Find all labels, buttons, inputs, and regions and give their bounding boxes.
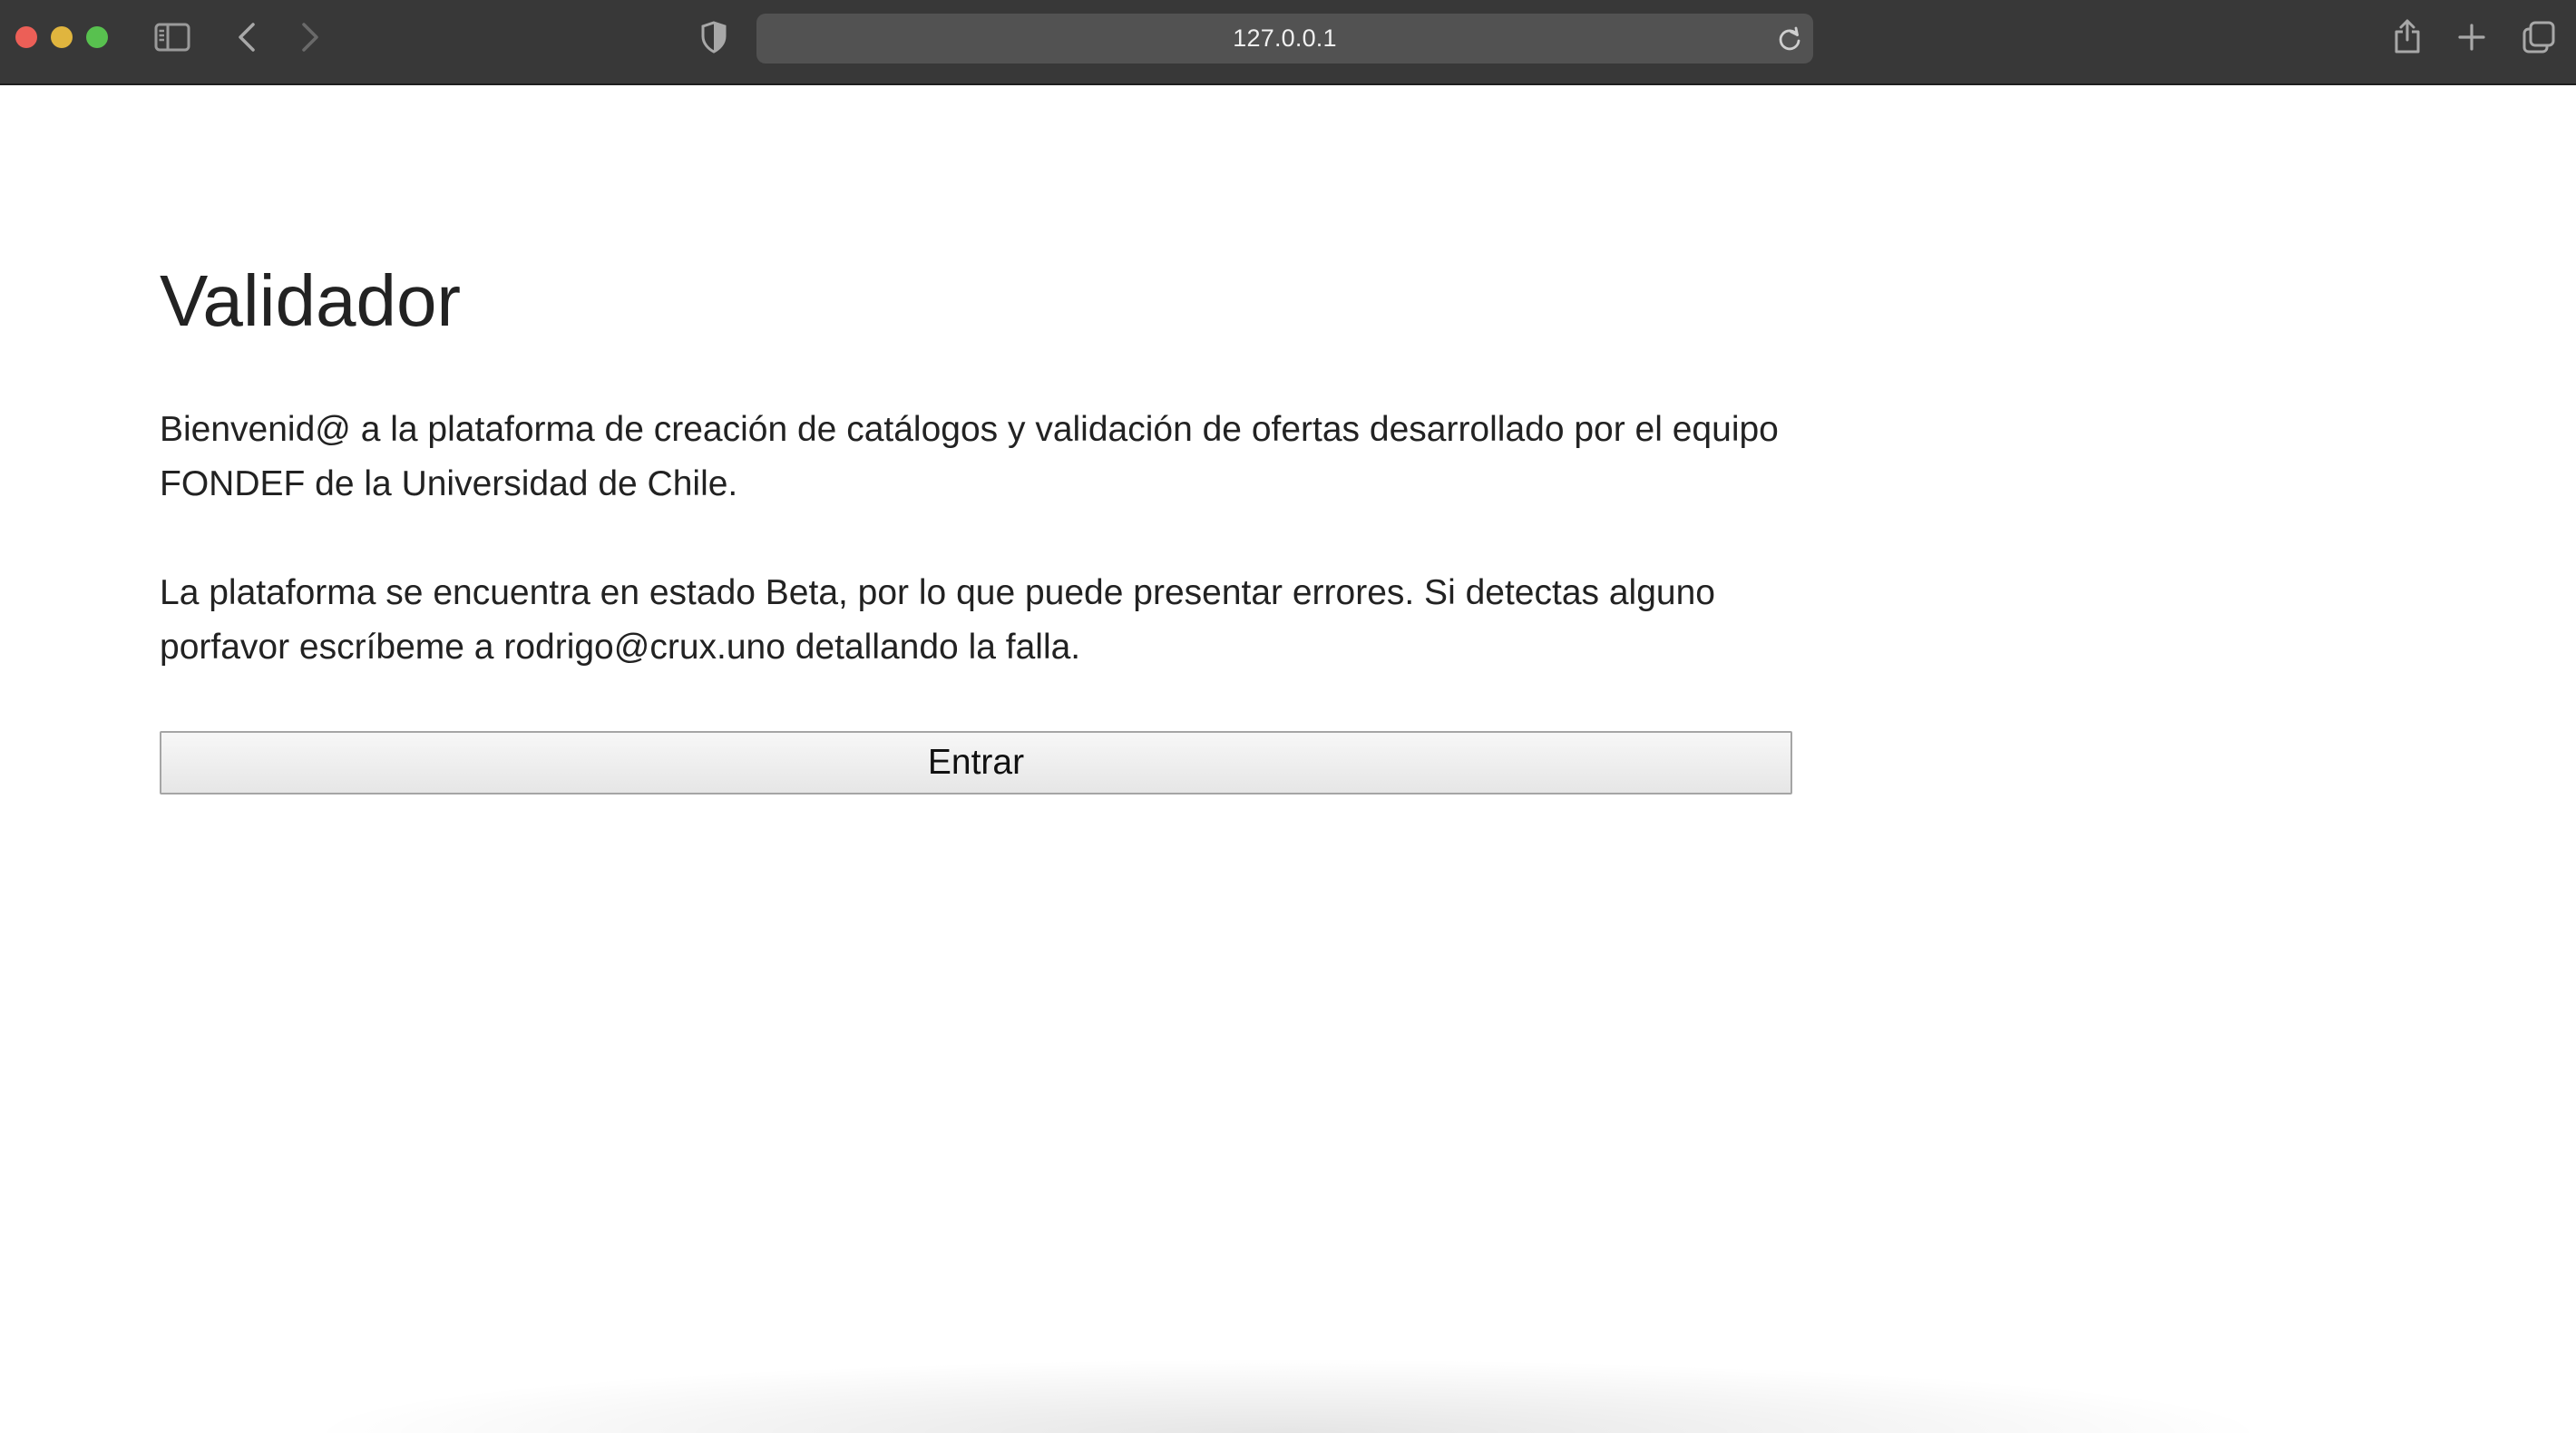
- chevron-left-icon[interactable]: [232, 18, 261, 56]
- welcome-paragraph: Bienvenid@ a la plataforma de creación d…: [160, 410, 1779, 503]
- page-title: Validador: [160, 260, 462, 341]
- beta-notice-paragraph: La plataforma se encuentra en estado Bet…: [160, 573, 1715, 667]
- window-shadow: [327, 1360, 2249, 1433]
- address-bar[interactable]: 127.0.0.1: [756, 14, 1813, 63]
- plus-icon[interactable]: [2454, 18, 2489, 56]
- enter-button[interactable]: Entrar: [160, 731, 1792, 794]
- sidebar-icon[interactable]: [152, 20, 192, 54]
- close-window-button[interactable]: [15, 26, 37, 48]
- url-text[interactable]: 127.0.0.1: [756, 14, 1813, 63]
- minimize-window-button[interactable]: [51, 26, 73, 48]
- browser-toolbar: 127.0.0.1: [0, 0, 2576, 85]
- share-icon[interactable]: [2391, 15, 2424, 56]
- shield-icon[interactable]: [698, 18, 729, 56]
- chevron-right-icon[interactable]: [296, 18, 325, 56]
- tabs-overview-icon[interactable]: [2520, 18, 2558, 56]
- reload-icon[interactable]: [1773, 23, 1806, 55]
- zoom-window-button[interactable]: [86, 26, 108, 48]
